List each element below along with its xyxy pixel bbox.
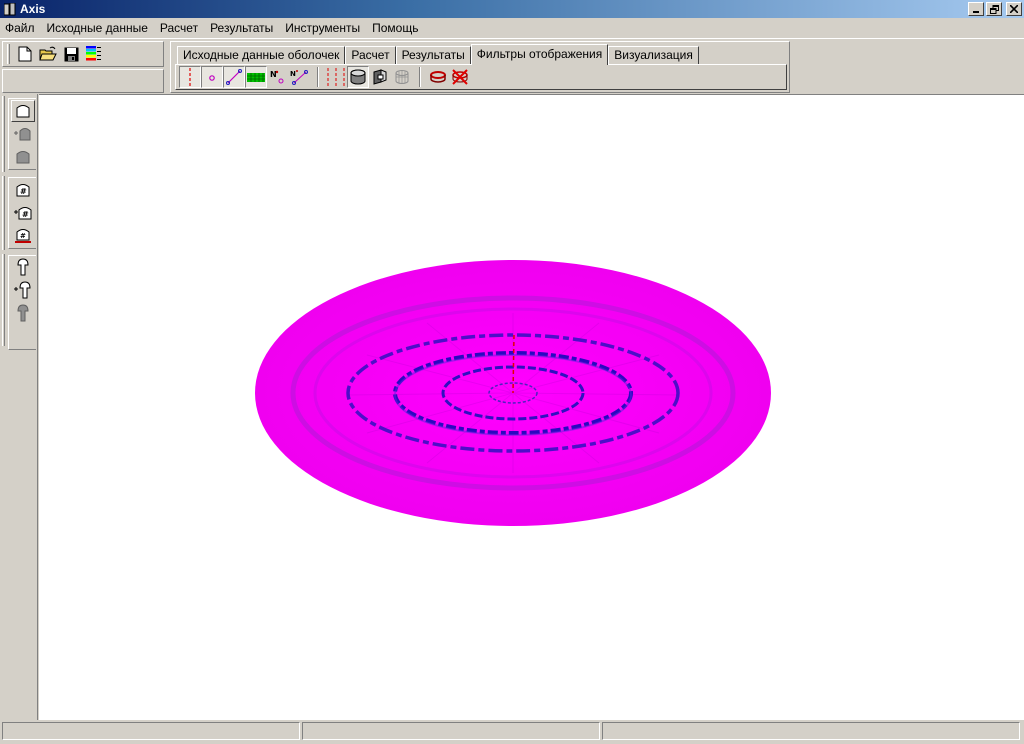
support-button[interactable]	[11, 257, 35, 279]
toolbar-grip[interactable]	[2, 254, 5, 346]
tab-shell-input-data[interactable]: Исходные данные оболочек	[177, 46, 346, 64]
left-toolbar: # # #	[0, 94, 38, 720]
add-support-button[interactable]	[11, 280, 35, 302]
svg-text:N: N	[270, 70, 277, 79]
tab-display-filters[interactable]: Фильтры отображения	[470, 44, 609, 65]
shell-section-icon[interactable]	[369, 66, 391, 88]
grid-house-icon: #	[15, 181, 31, 200]
axis-of-symmetry	[512, 334, 515, 394]
open-folder-icon[interactable]	[39, 45, 57, 63]
add-support-icon	[14, 280, 32, 302]
svg-text:#: #	[22, 210, 29, 219]
status-panel-3	[602, 722, 1020, 740]
toolbar-band: Исходные данные оболочек Расчет Результа…	[0, 38, 1024, 93]
tab-visualization[interactable]: Визуализация	[608, 46, 699, 64]
shell-button[interactable]	[11, 100, 35, 122]
status-panel-1	[2, 722, 300, 740]
restore-button[interactable]	[986, 2, 1002, 16]
window-title: Axis	[20, 2, 46, 16]
add-shell-button[interactable]	[11, 123, 35, 145]
shell-disk-view	[255, 260, 771, 526]
color-palette-icon[interactable]	[85, 45, 103, 63]
menu-help[interactable]: Помощь	[366, 21, 424, 35]
tab-results[interactable]: Результаты	[395, 46, 471, 64]
element-number-icon[interactable]: N	[289, 66, 311, 88]
toolbar-grip[interactable]	[2, 96, 5, 172]
toolbar-separator	[317, 67, 319, 87]
support-tool-group	[8, 255, 36, 350]
save-icon[interactable]	[62, 45, 80, 63]
element-line-icon[interactable]	[223, 66, 245, 88]
menu-file[interactable]: Файл	[0, 21, 41, 35]
shell-wireframe-icon[interactable]	[391, 66, 413, 88]
visualization-canvas[interactable]	[39, 94, 1024, 720]
svg-text:#: #	[20, 187, 27, 196]
menu-tools[interactable]: Инструменты	[279, 21, 366, 35]
filter-toolbar: N N	[175, 64, 787, 90]
tab-panel: Исходные данные оболочек Расчет Результа…	[170, 41, 790, 93]
support-disabled-icon	[15, 303, 31, 325]
shell-cylinder-icon[interactable]	[347, 66, 369, 88]
standard-toolbar	[2, 41, 164, 67]
axis-line-icon[interactable]	[179, 66, 201, 88]
tab-calculation[interactable]: Расчет	[345, 46, 396, 64]
minimize-button[interactable]	[968, 2, 984, 16]
standard-toolbar-lower	[2, 69, 164, 93]
grid-house-ground-icon: #	[15, 227, 31, 246]
support-icon	[15, 257, 31, 279]
new-file-icon[interactable]	[16, 45, 34, 63]
status-bar	[0, 721, 1024, 744]
tab-row: Исходные данные оболочек Расчет Результа…	[177, 44, 699, 65]
toolbar-grip[interactable]	[7, 44, 10, 64]
toolbar-grip[interactable]	[2, 176, 5, 250]
vertical-lines-icon[interactable]	[325, 66, 347, 88]
node-number-icon[interactable]: N	[267, 66, 289, 88]
add-shell-icon	[14, 125, 32, 144]
grid-mesh-icon[interactable]	[245, 66, 267, 88]
app-icon	[3, 2, 16, 16]
menu-results[interactable]: Результаты	[204, 21, 279, 35]
empty-tool-button[interactable]	[11, 326, 35, 348]
node-point-icon[interactable]	[201, 66, 223, 88]
shell-tool-group	[8, 98, 36, 170]
menu-calculation[interactable]: Расчет	[154, 21, 204, 35]
menu-bar: Файл Исходные данные Расчет Результаты И…	[0, 18, 1024, 38]
menu-input-data[interactable]: Исходные данные	[41, 21, 154, 35]
hide-all-icon[interactable]	[449, 66, 471, 88]
support-disabled-button[interactable]	[11, 303, 35, 325]
status-panel-2	[302, 722, 600, 740]
svg-text:N: N	[290, 70, 296, 78]
svg-text:#: #	[20, 232, 26, 240]
grid-house-ground-button[interactable]: #	[11, 225, 35, 247]
grid-tool-group: # # #	[8, 177, 36, 249]
shell-icon	[15, 102, 31, 121]
ring-icon[interactable]	[427, 66, 449, 88]
toolbar-separator	[419, 67, 421, 87]
title-bar: Axis	[0, 0, 1024, 18]
shell-disabled-button[interactable]	[11, 146, 35, 168]
grid-house-button[interactable]: #	[11, 179, 35, 201]
add-grid-house-button[interactable]: #	[11, 202, 35, 224]
close-button[interactable]	[1006, 2, 1022, 16]
add-grid-house-icon: #	[14, 204, 32, 223]
shell-disabled-icon	[15, 148, 31, 167]
